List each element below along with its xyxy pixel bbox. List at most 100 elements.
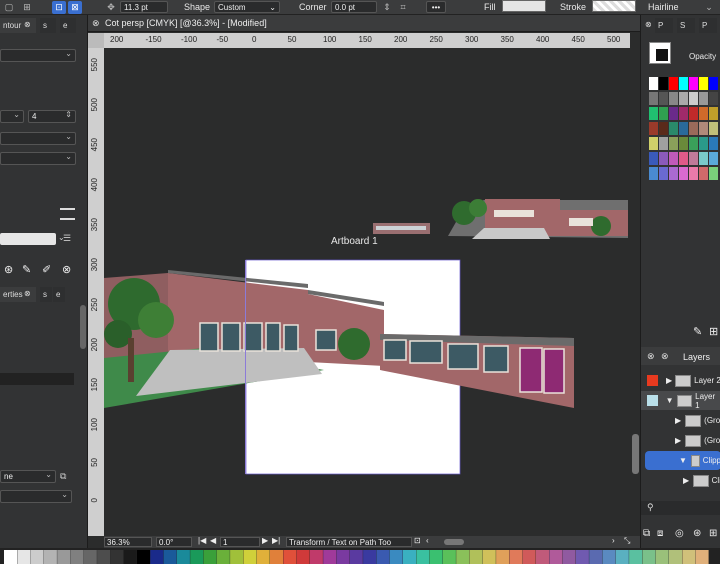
palette-swatch[interactable] [669, 550, 682, 564]
tab-s2[interactable]: s [40, 287, 52, 302]
fill-stroke-swatch[interactable] [649, 42, 671, 64]
palette-swatch[interactable] [57, 550, 71, 564]
color-palette-strip[interactable] [0, 548, 720, 564]
corner-options-icon[interactable]: ⌗ [396, 1, 410, 14]
palette-swatch[interactable] [216, 550, 230, 564]
palette-swatch[interactable] [429, 550, 443, 564]
color-swatch[interactable] [709, 167, 718, 180]
tab-s[interactable]: S [677, 18, 695, 33]
color-swatch[interactable] [669, 122, 678, 135]
scroll-left-icon[interactable]: ‹ [426, 536, 429, 545]
palette-swatch[interactable] [97, 550, 111, 564]
color-swatch[interactable] [649, 137, 658, 150]
layer-row[interactable]: ▶ Layer 2 [641, 371, 720, 390]
color-swatch[interactable] [669, 77, 678, 90]
stroke-chip[interactable] [656, 49, 668, 61]
color-swatch[interactable] [649, 92, 658, 105]
color-swatch[interactable] [649, 77, 658, 90]
palette-swatch[interactable] [442, 550, 456, 564]
palette-swatch[interactable] [137, 550, 150, 564]
scrollbar-thumb[interactable] [632, 434, 639, 474]
palette-swatch[interactable] [363, 550, 377, 564]
color-swatch[interactable] [709, 152, 718, 165]
fill-swatch[interactable] [502, 0, 546, 12]
vertical-scrollbar[interactable] [630, 48, 640, 536]
collapse-arrow-icon[interactable]: ▼ [666, 396, 674, 405]
palette-swatch[interactable] [642, 550, 656, 564]
palette-swatch[interactable] [110, 550, 124, 564]
copy-icon[interactable]: ⧉ [60, 471, 66, 482]
palette-swatch[interactable] [629, 550, 643, 564]
edit-icon[interactable]: ✎ [693, 325, 702, 338]
expand-arrow-icon[interactable]: ▶ [675, 416, 681, 425]
palette-swatch[interactable] [575, 550, 589, 564]
gradient-bar[interactable] [0, 233, 56, 245]
color-swatch[interactable] [649, 122, 658, 135]
layer-row-selected[interactable]: ▼ Clipp [645, 451, 720, 470]
crop-icon[interactable]: ⊞ [20, 1, 34, 14]
fx-icon[interactable]: ⊛ [693, 528, 701, 539]
palette-swatch[interactable] [190, 550, 204, 564]
palette-swatch[interactable] [43, 550, 57, 564]
palette-swatch[interactable] [403, 550, 416, 564]
layer-row[interactable]: ▼ Layer 1 [641, 391, 720, 410]
color-swatch[interactable] [659, 77, 668, 90]
color-swatch[interactable] [679, 167, 688, 180]
stroke-width-field[interactable]: 11.3 pt [120, 1, 168, 13]
palette-swatch[interactable] [549, 550, 563, 564]
option-select-3[interactable]: ⌄ [0, 490, 72, 503]
color-swatch[interactable] [689, 137, 698, 150]
tab-p[interactable]: P [655, 18, 673, 33]
palette-swatch[interactable] [562, 550, 576, 564]
first-page-icon[interactable]: |◀ [198, 536, 206, 545]
color-swatch[interactable] [699, 152, 708, 165]
zoom-select[interactable]: 36.3% [104, 537, 152, 547]
palette-swatch[interactable] [416, 550, 430, 564]
next-page-icon[interactable]: ▶ [262, 536, 268, 545]
more-button[interactable]: ••• [426, 1, 446, 13]
collapse-arrow-icon[interactable]: ▼ [679, 456, 687, 465]
corner-field[interactable]: 0.0 pt [331, 1, 377, 13]
stepper-icon[interactable]: ⇕ [380, 1, 394, 14]
palette-swatch[interactable] [17, 550, 31, 564]
clear-icon[interactable]: ⊗ [62, 263, 71, 276]
blend-mode-select[interactable]: ne ⌄ [0, 470, 56, 483]
color-swatch[interactable] [669, 167, 678, 180]
edit-icon[interactable]: ✎ [22, 263, 31, 276]
palette-swatch[interactable] [695, 550, 709, 564]
expand-arrow-icon[interactable]: ▶ [675, 436, 681, 445]
color-swatch[interactable] [689, 122, 698, 135]
color-swatch[interactable] [659, 152, 668, 165]
palette-swatch[interactable] [589, 550, 603, 564]
tab-e[interactable]: e [60, 18, 76, 33]
palette-swatch[interactable] [682, 550, 696, 564]
palette-swatch[interactable] [336, 550, 350, 564]
palette-swatch[interactable] [522, 550, 536, 564]
palette-swatch[interactable] [256, 550, 270, 564]
close-icon[interactable]: ⊗ [661, 351, 669, 362]
close-icon[interactable]: ⊗ [24, 20, 31, 29]
tab-e2[interactable]: e [53, 287, 65, 302]
color-swatch[interactable] [659, 122, 668, 135]
building-preview[interactable] [373, 199, 628, 239]
color-swatch[interactable] [649, 152, 658, 165]
close-icon[interactable]: ⊗ [24, 289, 31, 298]
palette-swatch[interactable] [602, 550, 616, 564]
expand-arrow-icon[interactable]: ▶ [683, 476, 689, 485]
close-icon[interactable]: ⊗ [645, 20, 652, 29]
horizontal-scroll-thumb[interactable] [444, 539, 464, 545]
palette-swatch[interactable] [296, 550, 310, 564]
layer-search-input[interactable]: ⚲ [641, 501, 720, 515]
color-swatch[interactable] [659, 92, 668, 105]
node-tool-icon[interactable]: ▢ [2, 1, 16, 14]
layer-options-icon[interactable]: ⧉ [643, 528, 650, 539]
palette-swatch[interactable] [469, 550, 483, 564]
close-icon[interactable]: ⊗ [647, 351, 655, 362]
color-swatch[interactable] [659, 167, 668, 180]
palette-swatch[interactable] [376, 550, 390, 564]
color-swatch[interactable] [649, 167, 658, 180]
contour-type-select[interactable]: ⌄ [0, 49, 76, 62]
move-icon[interactable]: ✥ [104, 1, 118, 14]
palette-swatch[interactable] [30, 550, 44, 564]
add-icon[interactable]: ⊞ [709, 325, 718, 338]
